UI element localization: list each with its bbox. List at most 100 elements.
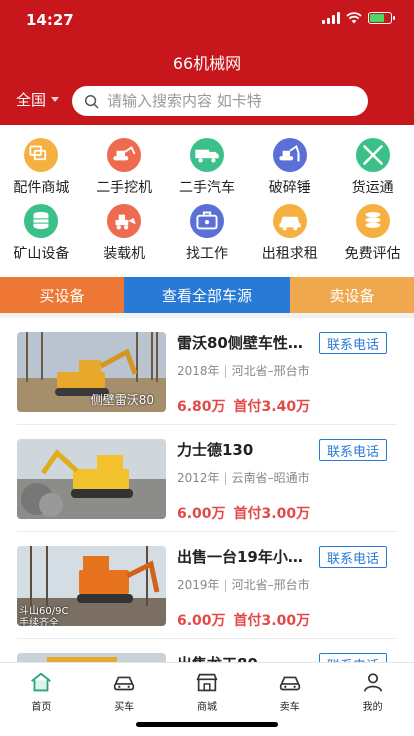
contact-phone-button[interactable]: 联系电话	[319, 653, 387, 662]
category-label: 货运通	[351, 180, 394, 196]
listing-location: 河北省–邢台市	[231, 364, 310, 378]
listing-photo[interactable]	[17, 653, 166, 662]
tab-label: 首页	[31, 702, 52, 713]
contact-phone-button[interactable]: 联系电话	[319, 546, 387, 568]
category-item[interactable]: 二手挖机	[83, 138, 166, 204]
region-selector[interactable]: 全国	[16, 89, 60, 110]
category-label: 找工作	[185, 246, 228, 262]
region-label: 全国	[16, 91, 47, 109]
category-item[interactable]: 找工作	[166, 204, 249, 270]
contact-phone-button[interactable]: 联系电话	[319, 332, 387, 354]
excavator-icon	[107, 138, 142, 172]
category-grid: 配件商城 二手挖机 二手汽车 破碎锤 货运通矿山设备 装载机 找工作 出租求租 免费评估	[0, 132, 414, 272]
listing-title[interactable]: 力士德130	[177, 439, 315, 460]
search-bar[interactable]	[72, 86, 368, 116]
listing-price-row: 6.80万 首付3.40万	[177, 396, 310, 416]
listing-price: 6.00万	[177, 506, 226, 522]
app-header: 14:27 66机械网 全国	[0, 0, 414, 125]
category-label: 破碎锤	[268, 180, 311, 196]
listing-year: 2018年	[177, 364, 220, 378]
user-icon	[363, 673, 382, 692]
car-icon	[114, 676, 135, 691]
listing-price-row: 6.00万 首付3.00万	[177, 503, 310, 523]
tab-item[interactable]: 我的	[331, 663, 414, 736]
listing-year: 2012年	[177, 471, 220, 485]
view-all-listings-button[interactable]: 查看全部车源	[124, 277, 290, 313]
listing-photo[interactable]: 侧壁雷沃80	[17, 332, 166, 412]
tools-icon	[355, 138, 390, 172]
sell-equipment-button[interactable]: 卖设备	[290, 277, 414, 313]
listing-meta: 2012年 | 云南省–昭通市	[177, 469, 310, 486]
mining-database-icon	[24, 204, 59, 238]
category-item[interactable]: 装载机	[83, 204, 166, 270]
listing-meta: 2018年 | 河北省–邢台市	[177, 362, 310, 379]
listing-card[interactable]: 力士德130 联系电话 2012年 | 云南省–昭通市 6.00万 首付3.00万	[17, 425, 397, 532]
listing-card[interactable]: 出售龙工80 联系电话	[17, 639, 397, 662]
listing-photo[interactable]	[17, 439, 166, 519]
photo-caption-secondary: 手续齐全	[19, 618, 59, 626]
listing-photo[interactable]: 斗山60/9C 手续齐全	[17, 546, 166, 626]
coins-icon	[355, 204, 390, 238]
tab-item[interactable]: 首页	[0, 663, 83, 736]
listing-title[interactable]: 雷沃80侧壁车性价比高	[177, 332, 315, 353]
meta-separator: |	[223, 364, 228, 378]
listing-card[interactable]: 侧壁雷沃80 雷沃80侧壁车性价比高联系电话 2018年|河北省–邢台市 6.80万首…	[17, 318, 397, 425]
listing-year: 2019年	[177, 578, 220, 592]
category-item[interactable]: 二手汽车	[166, 138, 249, 204]
contact-phone-button[interactable]: 联系电话	[319, 439, 387, 461]
category-label: 配件商城	[13, 180, 70, 196]
breaker-hammer-icon	[272, 138, 307, 172]
category-label: 装载机	[103, 246, 146, 262]
category-item[interactable]: 货运通	[331, 138, 414, 204]
wifi-icon	[346, 12, 362, 24]
home-indicator	[136, 722, 278, 727]
home-icon	[31, 672, 52, 692]
tab-label: 商城	[196, 702, 217, 713]
search-icon	[84, 94, 99, 108]
parts-icon	[24, 138, 59, 172]
category-item[interactable]: 免费评估	[331, 204, 414, 270]
tab-label: 卖车	[279, 702, 300, 713]
category-item[interactable]: 矿山设备	[0, 204, 83, 270]
listing-location: 云南省–昭通市	[231, 471, 310, 485]
briefcase-icon	[189, 204, 224, 238]
category-label: 二手汽车	[178, 180, 235, 196]
category-label: 矿山设备	[13, 246, 70, 262]
listing-title[interactable]: 出售龙工80	[177, 653, 315, 662]
status-time: 14:27	[26, 11, 74, 29]
listing-down-payment: 首付3.40万	[233, 399, 311, 415]
category-item[interactable]: 破碎锤	[248, 138, 331, 204]
listing-meta: 2019年 | 河北省–邢台市	[177, 576, 310, 593]
listing-down-payment: 首付3.00万	[233, 506, 311, 522]
listing-list[interactable]: 侧壁雷沃80雷沃80侧壁车性价比高联系电话2018年|河北省–邢台市6.80万首…	[0, 318, 414, 662]
category-label: 二手挖机	[96, 180, 153, 196]
loader-icon	[107, 204, 142, 238]
search-input[interactable]	[107, 92, 357, 110]
listing-location: 河北省–邢台市	[231, 578, 310, 592]
listing-price-row: 6.00万 首付3.00万	[177, 610, 310, 630]
action-bar: 买设备 查看全部车源 卖设备	[0, 277, 414, 313]
status-icons	[322, 12, 395, 24]
category-item[interactable]: 配件商城	[0, 138, 83, 204]
category-item[interactable]: 出租求租	[248, 204, 331, 270]
listing-down-payment: 首付3.00万	[233, 613, 311, 629]
photo-caption: 侧壁雷沃80	[90, 393, 154, 407]
meta-separator: |	[223, 471, 228, 485]
category-label: 免费评估	[344, 246, 401, 262]
listing-price: 6.80万	[177, 399, 226, 415]
truck-icon	[189, 138, 224, 172]
listing-title[interactable]: 出售一台19年小松60	[177, 546, 315, 567]
status-bar: 14:27	[0, 0, 414, 40]
car-rental-icon	[272, 204, 307, 238]
tab-label: 买车	[114, 702, 135, 713]
tab-label: 我的	[362, 702, 383, 713]
chevron-down-icon	[51, 97, 60, 102]
category-label: 出租求租	[261, 246, 318, 262]
battery-icon	[368, 12, 395, 24]
listing-card[interactable]: 斗山60/9C 手续齐全 出售一台19年小松60 联系电话 2019年 | 河北省–邢台市 6…	[17, 532, 397, 639]
listing-price: 6.00万	[177, 613, 226, 629]
store-icon	[196, 673, 218, 692]
car-icon	[279, 676, 300, 691]
cellular-signal-icon	[322, 12, 340, 24]
buy-equipment-button[interactable]: 买设备	[0, 277, 124, 313]
